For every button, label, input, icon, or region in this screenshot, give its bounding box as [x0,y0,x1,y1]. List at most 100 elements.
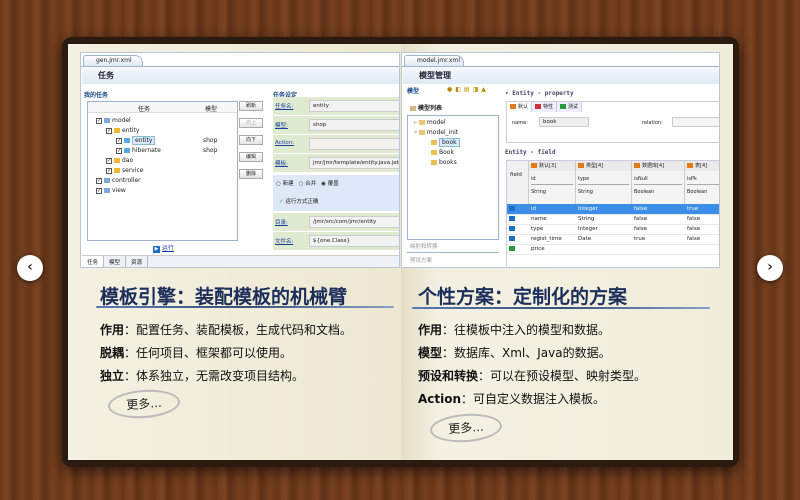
column-group[interactable]: 表[4] [685,161,719,171]
table-row[interactable]: name String false false [507,214,719,225]
checkbox[interactable]: ✓ [96,187,102,194]
feature-key: 作用 [100,323,125,337]
tree-item-label: dao [122,157,134,164]
divider [412,307,710,309]
field-section-title[interactable]: Entity - field [505,149,556,156]
field-icon [509,246,515,251]
field-input[interactable] [309,138,399,150]
task-button[interactable]: 删除 [239,169,263,179]
field-input[interactable]: /jmr/src/com/jmr/entity [309,216,399,228]
tree-item[interactable]: ✓ controller [88,176,237,186]
checkbox[interactable]: ✓ [96,117,102,124]
tree-item[interactable]: ▹ model [408,118,498,128]
table-cell: String [576,214,632,225]
tree-item[interactable]: ✓ hibernate shop [88,146,237,156]
radio-option[interactable]: ○ 合并 [299,181,317,187]
tree-item[interactable]: ▿ model_init [408,128,498,138]
run-link[interactable]: ▶ 运行 [153,243,174,253]
bottom-tab[interactable]: 模型 [104,256,127,267]
tree-item[interactable]: Book [408,148,498,158]
feature-text: ：可以在预设模型、映射类型。 [478,369,647,383]
form-field: 目录: /jmr/src/com/jmr/entity [273,213,399,231]
tree-item-label: model [426,119,446,126]
tree-item[interactable]: ✓ dao [88,156,237,166]
bottom-tab[interactable]: 任务 [82,256,105,267]
checkbox[interactable]: ✓ [96,177,102,184]
form-field: 文件名: ${one.Class} [273,232,399,250]
presets-link[interactable]: 预设方案 [410,256,432,264]
feature-text: ：往模板中注入的模型和数据。 [442,323,611,337]
tree-item[interactable]: ✓ entity [88,126,237,136]
field-label[interactable]: 目录: [275,218,288,226]
checkbox[interactable]: ✓ [116,147,122,154]
tree-item[interactable]: ✓ service [88,166,237,176]
feature-line: 独立：体系独立，无需改变项目结构。 [100,367,304,384]
table-row[interactable]: type Integer false false [507,224,719,235]
field-input[interactable]: entity [309,100,399,112]
tree-item-label: book [439,138,460,147]
bottom-tab[interactable]: 资源 [126,256,149,267]
tree-item[interactable]: ✓ view [88,186,237,196]
radio-option[interactable]: ○ 新建 [276,181,294,187]
relation-input[interactable] [672,117,719,127]
model-tree[interactable]: ▹ model ▿ model_init book Book books [407,115,499,240]
checkbox[interactable]: ✓ [106,167,112,174]
field-label[interactable]: Action: [275,140,294,146]
toolbar-icons[interactable]: ●◧▤◨▲ [447,86,489,93]
tree-item[interactable]: ✓ entity shop [88,136,237,146]
column-group[interactable]: 类型[4] [576,161,632,171]
list-icon [410,106,416,111]
folder-icon [114,128,120,133]
field-label[interactable]: 模型: [275,121,288,129]
radio-option[interactable]: ◉ 覆盖 [321,181,339,187]
task-button[interactable]: 刷新 [239,101,263,111]
column-group[interactable]: 默认[3] [529,161,576,171]
table-row[interactable]: price [507,244,719,255]
group-icon [531,163,537,168]
field-input[interactable]: ${one.Class} [309,235,399,247]
task-button[interactable]: 向上 [239,118,263,128]
tree-item[interactable]: ✓ model [88,116,237,126]
field-input[interactable]: shop [309,119,399,131]
table-row[interactable]: regist_time Date true false [507,234,719,245]
tree-item[interactable]: books [408,158,498,168]
feature-line: 预设和转换：可以在预设模型、映射类型。 [418,367,646,384]
name-input[interactable]: book [539,117,589,127]
field-label[interactable]: 模板: [275,159,288,167]
field-table[interactable]: field 默认[3] 类型[4] 数据库[4] 表[4] id String type S… [506,160,719,267]
column-header-model[interactable]: 模型 [205,104,217,113]
editor-tab[interactable]: gen.jmr.xml [83,55,143,66]
prev-arrow-button[interactable]: ‹ [17,255,43,281]
group-icon [634,163,640,168]
property-section-title[interactable]: ▾ Entity - property [505,90,574,97]
property-tab[interactable]: 默认 [507,102,533,112]
column-header[interactable]: isNull Boolean [632,171,685,204]
column-header[interactable]: id String [529,171,576,204]
tree-item[interactable]: book [408,138,498,148]
property-tab[interactable]: 测试 [557,102,583,112]
column-header-task[interactable]: 任务 [138,104,150,113]
field-label[interactable]: 任务名: [275,102,293,110]
field-input[interactable]: jmr/jmr/template/entity.java.jet [309,157,399,169]
column-group[interactable]: 数据库[4] [632,161,685,171]
editor-tab[interactable]: model.jmr.xml [404,55,464,66]
task-button[interactable]: 向下 [239,135,263,145]
divider [96,306,394,308]
task-tree[interactable]: 任务 模型 ✓ model ✓ entity ✓ entity shop ✓ hibernate… [87,101,238,241]
editor-title: 模型管理 [403,68,719,84]
table-row[interactable]: id Integer false true [507,204,719,215]
field-label[interactable]: 文件名: [275,237,293,245]
column-header[interactable]: isPk Boolean [685,171,719,204]
column-header[interactable]: type String [576,171,632,204]
feature-text: ：体系独立，无需改变项目结构。 [124,369,305,383]
checkbox[interactable]: ✓ [106,157,112,164]
feature-text: ：任何项目、框架都可以使用。 [124,346,293,360]
property-tab[interactable]: 特性 [532,102,558,112]
task-button[interactable]: 编辑 [239,152,263,162]
form-field: Action: [273,135,399,153]
field-label: field [510,172,522,178]
next-arrow-button[interactable]: › [757,255,783,281]
checkbox[interactable]: ✓ [106,127,112,134]
checkbox[interactable]: ✓ [116,137,122,144]
mapping-link[interactable]: 映射和转换 [410,242,438,250]
